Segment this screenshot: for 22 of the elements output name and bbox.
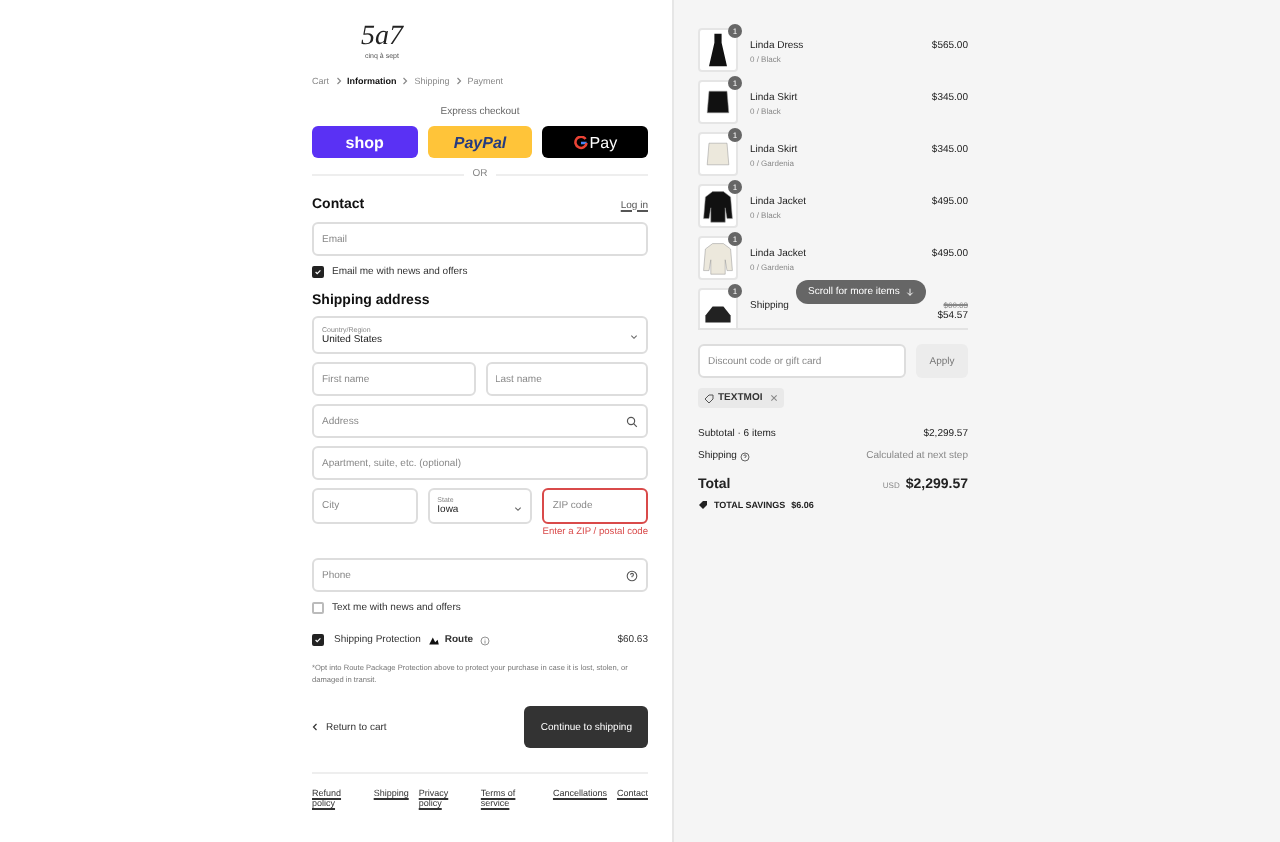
paypal-button[interactable]: PayPal	[427, 126, 533, 158]
help-icon	[740, 451, 751, 461]
tag-icon	[698, 500, 708, 510]
help-icon	[626, 569, 638, 581]
chevron-down-icon	[630, 334, 638, 340]
info-icon	[479, 635, 490, 645]
search-icon	[626, 415, 638, 427]
g-logo-icon	[573, 135, 588, 149]
gpay-button[interactable]: Pay	[542, 126, 649, 158]
arrow-down-icon	[905, 288, 914, 296]
chevron-down-icon	[514, 506, 523, 512]
chevron-right-icon	[402, 76, 409, 86]
checkbox[interactable]	[312, 602, 324, 614]
chevron-left-icon	[312, 722, 318, 732]
chevron-right-icon	[455, 76, 462, 86]
close-icon[interactable]	[770, 394, 779, 402]
checkbox[interactable]	[312, 266, 324, 278]
shop-button[interactable]: shop	[312, 126, 418, 158]
checkbox[interactable]	[312, 634, 324, 646]
tag-icon	[704, 393, 714, 403]
chevron-right-icon	[335, 76, 342, 86]
logo-mark: 5a7	[361, 24, 403, 52]
